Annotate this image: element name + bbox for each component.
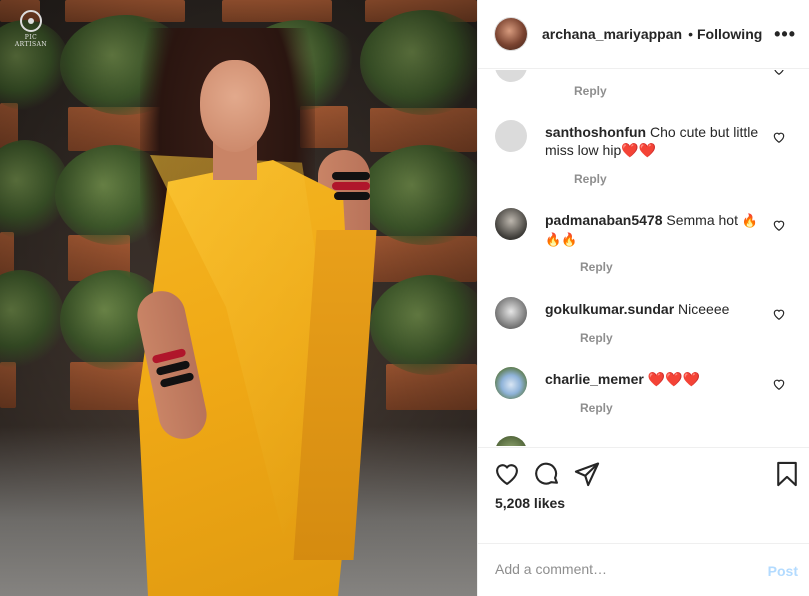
comment-item: santhoshonfun Cho cute but little miss l… [478, 120, 809, 190]
following-button[interactable]: Following [697, 26, 762, 42]
comment-username[interactable]: gokulkumar.sundar [545, 301, 674, 317]
commenter-avatar[interactable] [495, 367, 527, 399]
bangle [332, 172, 370, 180]
comment-like-icon[interactable] [772, 218, 786, 232]
comment-item: gokulkumar.sundar Niceeee Reply [478, 297, 809, 352]
comment-like-icon[interactable] [772, 70, 786, 76]
reply-button[interactable]: Reply [574, 172, 607, 186]
subject-face [200, 60, 270, 152]
bangle [332, 182, 370, 190]
commenter-avatar[interactable] [495, 208, 527, 240]
bangle [334, 192, 370, 200]
comment-text: charlie_memer ❤️❤️❤️ [545, 370, 765, 388]
watermark-icon [20, 10, 42, 32]
post-actions: 5,208 likes [478, 447, 809, 543]
comment-emojis: ❤️❤️ [621, 142, 657, 158]
share-icon[interactable] [573, 460, 601, 488]
comment-text: santhoshonfun Cho cute but little miss l… [545, 123, 765, 159]
post-dialog: PIC ARTISAN archana_mariyappan • Followi… [0, 0, 809, 596]
comment-emojis: ❤️❤️❤️ [647, 371, 701, 387]
reply-button[interactable]: Reply [580, 331, 613, 345]
likes-count[interactable]: 5,208 likes [495, 495, 565, 511]
comment-like-icon[interactable] [772, 130, 786, 144]
comment-message: Semma hot [666, 212, 738, 228]
commenter-avatar[interactable] [495, 297, 527, 329]
commenter-avatar[interactable] [495, 120, 527, 152]
author-avatar[interactable] [495, 18, 527, 50]
comment-icon[interactable] [533, 460, 561, 488]
comment-input[interactable] [495, 561, 745, 577]
bookmark-icon[interactable] [773, 460, 801, 488]
comment-username[interactable]: santhoshonfun [545, 124, 646, 140]
author-username[interactable]: archana_mariyappan [542, 26, 682, 42]
comment-item: charlie_memer ❤️❤️❤️ Reply [478, 367, 809, 422]
watermark-logo: PIC ARTISAN [8, 10, 54, 48]
comment-like-icon[interactable] [772, 377, 786, 391]
post-sidebar: archana_mariyappan • Following ••• Reply… [477, 0, 809, 596]
comments-list[interactable]: Reply santhoshonfun Cho cute but little … [478, 70, 809, 446]
comment-text: gokulkumar.sundar Niceeee [545, 300, 765, 318]
add-comment-bar: Post [478, 543, 809, 596]
reply-button[interactable]: Reply [574, 84, 607, 98]
heart-icon[interactable] [493, 460, 521, 488]
reply-button[interactable]: Reply [580, 260, 613, 274]
watermark-text: PIC ARTISAN [14, 34, 48, 48]
comment-text: padmanaban5478 Semma hot 🔥🔥🔥 [545, 211, 765, 249]
commenter-avatar[interactable] [495, 70, 527, 82]
reply-button[interactable]: Reply [580, 401, 613, 415]
post-header: archana_mariyappan • Following ••• [478, 0, 809, 69]
comment-like-icon[interactable] [772, 307, 786, 321]
post-photo[interactable]: PIC ARTISAN [0, 0, 477, 596]
post-comment-button[interactable]: Post [768, 563, 798, 579]
comment-item: padmanaban5478 Semma hot 🔥🔥🔥 Reply [478, 208, 809, 278]
header-separator: • [688, 26, 693, 42]
comment-item [478, 436, 809, 446]
comment-username[interactable]: padmanaban5478 [545, 212, 663, 228]
comment-username[interactable]: charlie_memer [545, 371, 644, 387]
more-options-icon[interactable]: ••• [774, 24, 796, 45]
comment-item: Reply [478, 70, 809, 110]
commenter-avatar[interactable] [495, 436, 527, 446]
comment-message: Niceeee [678, 301, 730, 317]
